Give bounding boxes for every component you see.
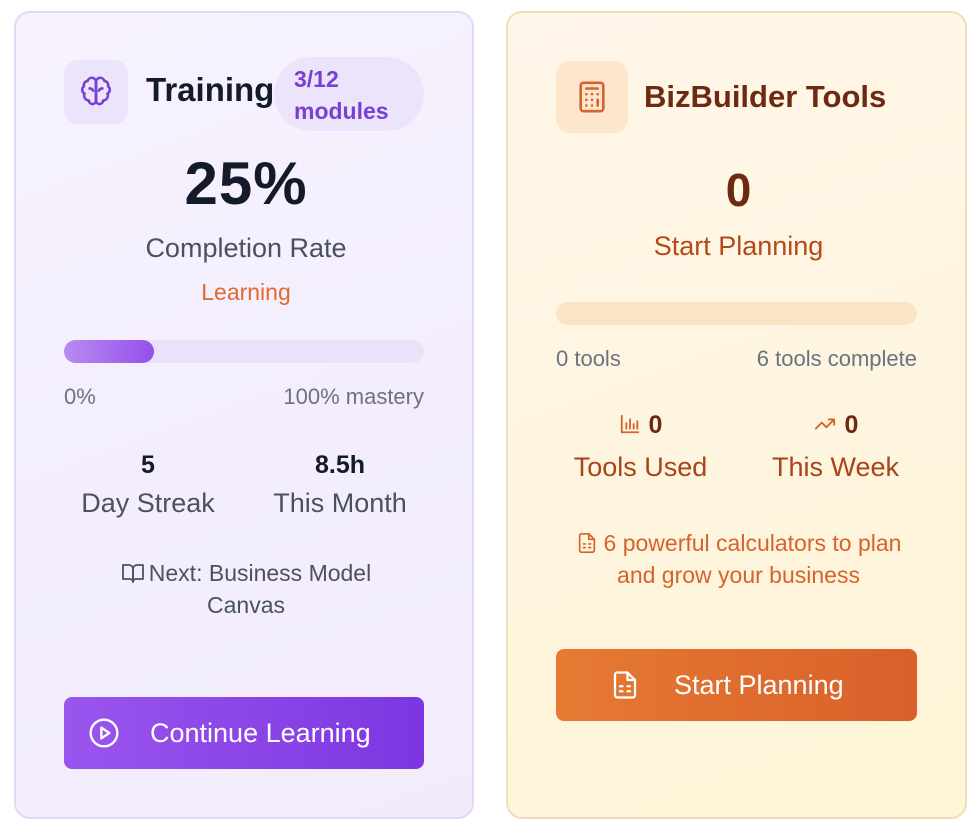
play-circle-icon [89, 718, 119, 748]
file-spreadsheet-icon [578, 533, 595, 553]
modules-badge: 3/12 modules [274, 57, 424, 131]
completion-rate-label: Completion Rate [145, 233, 347, 263]
start-planning-label: Start Planning [653, 231, 824, 261]
completion-percent: 25% [184, 150, 308, 217]
progress-max-label: 100% mastery [283, 384, 424, 409]
stat-label: This Week [771, 452, 900, 482]
bizbuilder-title: BizBuilder Tools [644, 79, 887, 114]
description-text: 6 powerful calculators to plan and grow … [603, 530, 902, 588]
next-module: Next: Business Model Canvas [86, 557, 406, 621]
continue-learning-label: Continue Learning [150, 717, 371, 748]
next-module-label: Next: Business Model Canvas [148, 560, 372, 618]
stat-this-week: 0 This Week [743, 411, 928, 483]
bar-chart-icon [620, 414, 639, 434]
stat-label: Tools Used [573, 452, 708, 482]
stat-value-row: 0 [743, 411, 928, 440]
start-planning-button-label: Start Planning [674, 669, 844, 700]
stat-value-row: 0 [548, 411, 733, 440]
calculator-icon [579, 81, 605, 113]
progress-min-label: 0% [64, 384, 96, 409]
trending-up-icon [814, 418, 835, 430]
brain-icon-tile [64, 60, 128, 124]
start-planning-button[interactable]: Start Planning [556, 649, 917, 721]
stat-this-month: 8.5h This Month [256, 451, 424, 519]
next-module-text: Next: Business Model Canvas [121, 560, 371, 618]
tools-count: 0 [725, 164, 752, 216]
bizbuilder-card: BizBuilder Tools 0 Start Planning 0 tool… [506, 11, 967, 819]
stat-day-streak: 5 Day Streak [64, 451, 232, 519]
file-spreadsheet-icon [613, 671, 637, 699]
tools-max-label: 6 tools complete [756, 346, 917, 371]
brain-icon [80, 76, 112, 106]
calculators-description: 6 powerful calculators to plan and grow … [558, 527, 919, 591]
learning-status: Learning [201, 279, 291, 305]
training-title: Training [146, 71, 275, 108]
calculator-icon-tile [556, 61, 628, 133]
stat-value: 5 [141, 451, 155, 479]
training-progress-bar [64, 340, 424, 363]
training-progress-fill [64, 340, 154, 363]
continue-learning-button[interactable]: Continue Learning [64, 697, 424, 769]
training-card: Training 3/12 modules 25% Completion Rat… [14, 11, 474, 819]
stat-value: 0 [844, 411, 859, 439]
stat-value: 8.5h [314, 451, 366, 479]
tools-progress-bar [556, 302, 917, 325]
stat-tools-used: 0 Tools Used [548, 411, 733, 483]
stat-value: 0 [648, 411, 663, 439]
book-open-icon [121, 564, 144, 583]
tools-min-label: 0 tools [556, 346, 621, 371]
stat-label: Day Streak [81, 488, 215, 518]
stat-label: This Month [273, 488, 407, 518]
